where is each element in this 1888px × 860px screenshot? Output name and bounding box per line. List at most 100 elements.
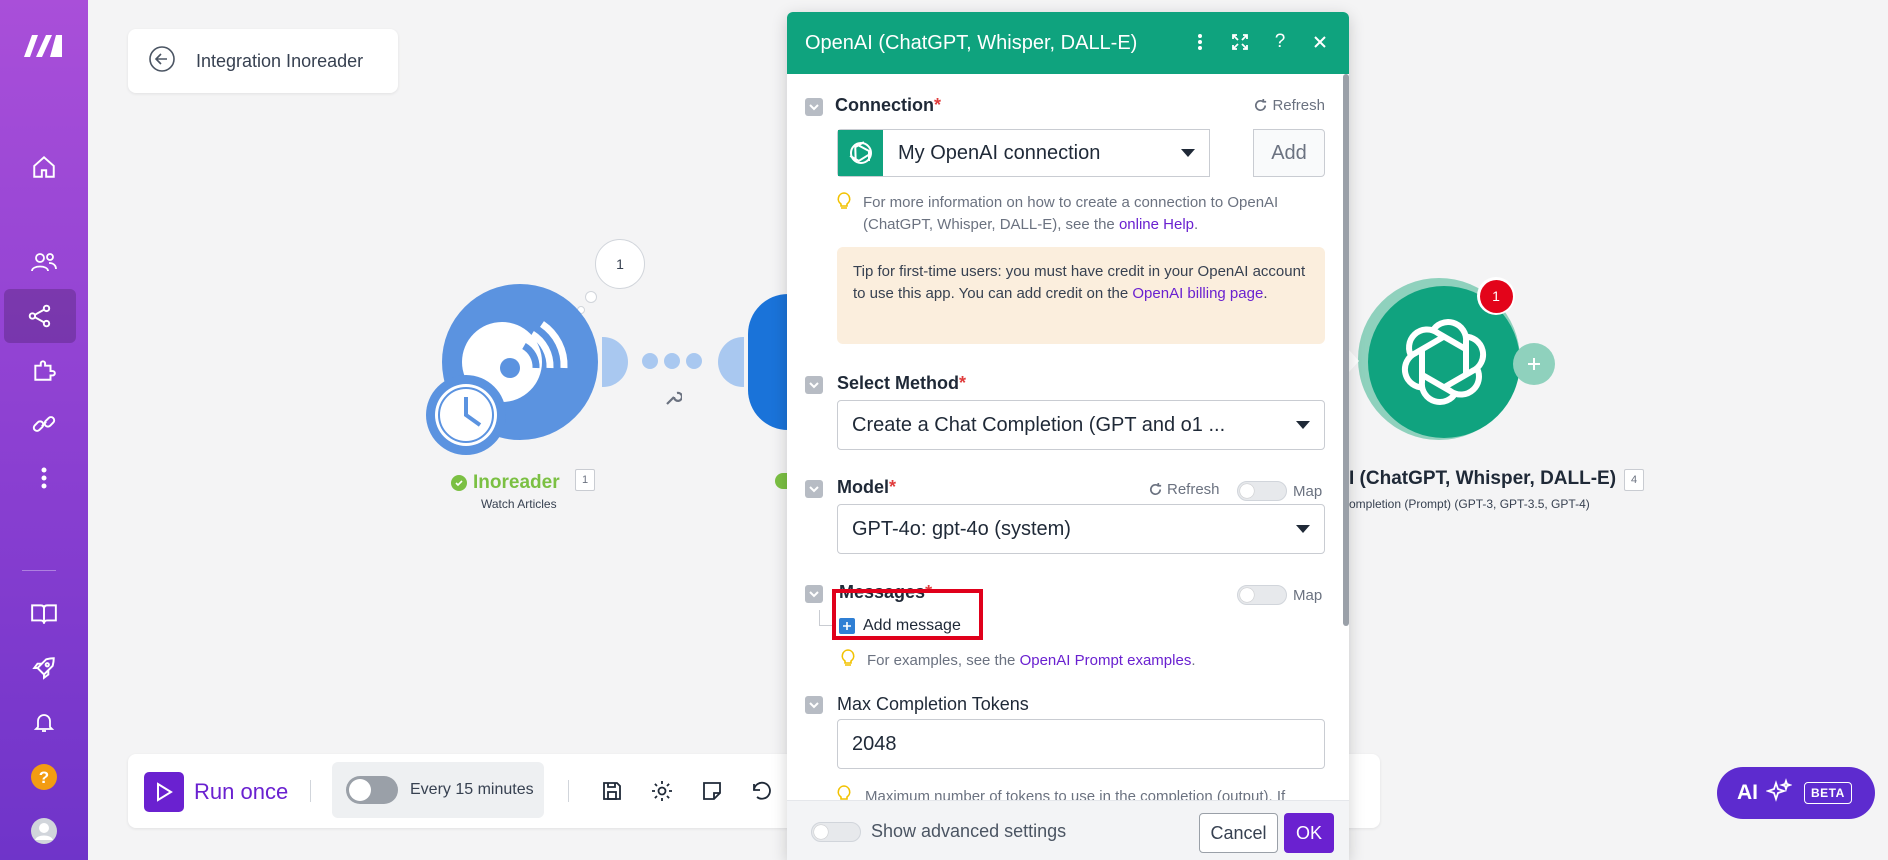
method-select[interactable]: Create a Chat Completion (GPT and o1 ... (837, 400, 1325, 450)
make-logo[interactable] (0, 18, 88, 72)
advanced-settings-toggle[interactable]: Show advanced settings (811, 821, 1066, 842)
chevron-down-icon (1296, 525, 1310, 533)
expand-icon[interactable] (1229, 30, 1251, 54)
connector-half (602, 337, 628, 387)
highlight-box (832, 589, 983, 640)
ai-assistant-button[interactable]: AI BETA (1717, 767, 1875, 819)
schedule-label: Every 15 minutes (410, 781, 534, 798)
sidebar-divider (22, 570, 56, 571)
save-icon[interactable] (600, 779, 624, 803)
dialog-title: OpenAI (ChatGPT, Whisper, DALL-E) (805, 31, 1138, 54)
prompt-examples-link[interactable]: OpenAI Prompt examples (1020, 652, 1192, 669)
module-subtitle: Watch Articles (481, 497, 557, 511)
beta-badge: BETA (1804, 782, 1852, 804)
openai-logo-icon (838, 130, 883, 176)
model-label: Model* (837, 477, 897, 497)
apps-puzzle-icon[interactable] (0, 343, 88, 397)
cancel-button[interactable]: Cancel (1199, 813, 1278, 853)
user-avatar[interactable] (0, 804, 88, 858)
more-options-icon[interactable] (1189, 30, 1211, 54)
notes-icon[interactable] (700, 779, 724, 803)
model-map-toggle[interactable]: Map (1237, 481, 1322, 501)
refresh-icon (1255, 98, 1267, 112)
settings-gear-icon[interactable] (650, 779, 674, 803)
schedule-control[interactable]: Every 15 minutes (332, 762, 544, 818)
collapse-checkbox[interactable] (805, 696, 823, 714)
status-ok-icon (451, 475, 467, 491)
module-title: Inoreader (473, 472, 560, 493)
toolbar-divider (310, 780, 311, 802)
map-toggle[interactable] (1237, 481, 1287, 501)
max-tokens-label: Max Completion Tokens (837, 694, 1029, 714)
schedule-clock-icon[interactable] (426, 375, 506, 455)
svg-text:?: ? (39, 768, 49, 787)
connections-link-icon[interactable] (0, 397, 88, 451)
run-once-button[interactable]: Run once (144, 772, 288, 812)
dialog-scrollbar[interactable] (1343, 74, 1349, 626)
input-arrow (1349, 350, 1359, 372)
more-vertical-icon[interactable] (0, 451, 88, 505)
chevron-down-icon (1181, 149, 1195, 157)
notifications-bell-icon[interactable] (0, 695, 88, 749)
connection-hint: For more information on how to create a … (863, 194, 1279, 233)
sparkles-icon (1765, 777, 1793, 809)
back-arrow-icon[interactable] (148, 45, 176, 78)
help-icon[interactable]: ? (0, 750, 88, 804)
module-subtitle: ompletion (Prompt) (GPT-3, GPT-3.5, GPT-… (1349, 497, 1590, 511)
rocket-icon[interactable] (0, 641, 88, 695)
refresh-icon (1149, 482, 1162, 496)
collapse-checkbox[interactable] (805, 480, 823, 498)
sidebar: ? (0, 0, 88, 860)
map-toggle[interactable] (1237, 585, 1287, 605)
dialog-header: OpenAI (ChatGPT, Whisper, DALL-E) ? (787, 12, 1349, 74)
chevron-down-icon (1296, 421, 1310, 429)
module-index: 1 (575, 469, 595, 491)
billing-page-link[interactable]: OpenAI billing page (1132, 285, 1263, 302)
collapse-checkbox[interactable] (805, 98, 823, 116)
advanced-toggle[interactable] (811, 821, 861, 842)
schedule-toggle[interactable] (346, 776, 398, 804)
middle-module-node[interactable] (748, 294, 788, 430)
connection-refresh[interactable]: Refresh (1253, 97, 1325, 114)
collapse-checkbox[interactable] (805, 376, 823, 394)
messages-hint: For examples, see the OpenAI Prompt exam… (867, 652, 1196, 669)
docs-book-icon[interactable] (0, 587, 88, 641)
lightbulb-icon (837, 192, 851, 215)
scenario-title[interactable]: Integration Inoreader (196, 51, 363, 72)
tree-connector (819, 610, 833, 626)
first-time-tip: Tip for first-time users: you must have … (837, 247, 1325, 344)
connection-select[interactable]: My OpenAI connection (837, 129, 1210, 177)
lightbulb-icon (841, 649, 855, 672)
method-label: Select Method* (837, 373, 967, 393)
add-module-plus-icon[interactable] (1513, 343, 1555, 385)
module-settings-dialog: OpenAI (ChatGPT, Whisper, DALL-E) ? Conn… (787, 12, 1349, 860)
status-ok-icon (775, 473, 787, 489)
ok-button[interactable]: OK (1284, 813, 1334, 853)
help-question-icon[interactable]: ? (1269, 30, 1291, 54)
inoreader-label: Inoreader (451, 472, 560, 494)
model-select[interactable]: GPT-4o: gpt-4o (system) (837, 504, 1325, 554)
connection-value: My OpenAI connection (898, 142, 1101, 164)
home-icon[interactable] (0, 140, 88, 194)
module-title: I (ChatGPT, Whisper, DALL-E) (1349, 468, 1617, 489)
wrench-icon[interactable] (664, 389, 684, 412)
max-tokens-input[interactable]: 2048 (837, 719, 1325, 769)
connection-label: Connection* (835, 95, 942, 115)
add-connection-button[interactable]: Add (1253, 129, 1325, 177)
toolbar-divider (568, 780, 569, 802)
undo-icon[interactable] (750, 779, 774, 803)
team-icon[interactable] (0, 235, 88, 289)
collapse-checkbox[interactable] (805, 585, 823, 603)
module-index: 4 (1624, 469, 1644, 491)
close-icon[interactable] (1309, 30, 1331, 54)
operations-bubble: 1 (595, 239, 645, 289)
ai-label: AI (1737, 781, 1758, 804)
breadcrumb: Integration Inoreader (128, 29, 398, 93)
messages-map-toggle[interactable]: Map (1237, 585, 1322, 605)
model-refresh[interactable]: Refresh (1148, 481, 1220, 498)
error-badge: 1 (1477, 277, 1515, 315)
online-help-link[interactable]: online Help (1119, 216, 1194, 233)
dialog-footer: Show advanced settings Cancel OK (787, 800, 1349, 860)
play-icon (144, 772, 184, 812)
scenarios-icon[interactable] (4, 289, 76, 343)
